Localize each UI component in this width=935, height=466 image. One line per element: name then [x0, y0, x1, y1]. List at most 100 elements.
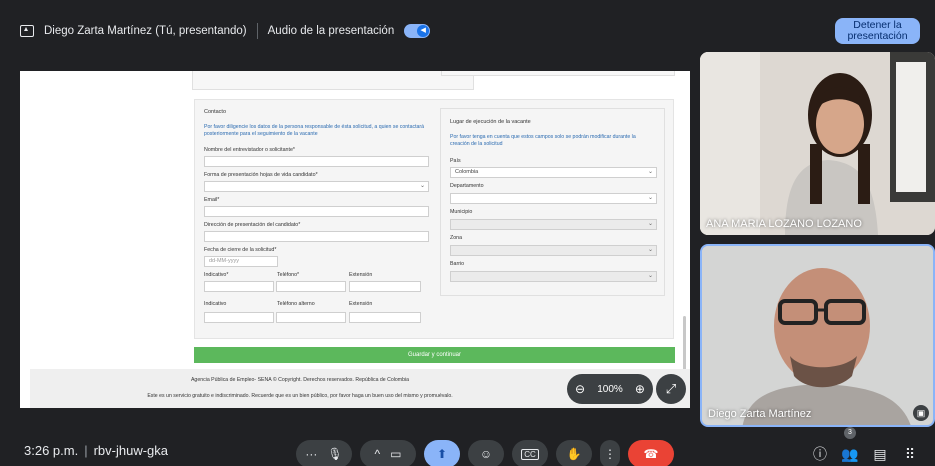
zoom-out-icon[interactable]: ⊖ — [575, 382, 585, 396]
barrio-select[interactable]: ⌄ — [450, 271, 657, 282]
camera-icon: ▭ — [390, 447, 402, 461]
chevron-down-icon: ⌄ — [647, 247, 653, 253]
chat-button[interactable]: ▤ — [865, 441, 895, 466]
presentation-bar: Diego Zarta Martínez (Tú, presentando) A… — [20, 18, 935, 44]
footer-copyright: Agencia Pública de Empleo- SENA © Copyri… — [190, 377, 410, 383]
contact-title: Contacto — [204, 109, 227, 115]
telefono-required-label: Teléfono* — [277, 272, 300, 278]
interviewer-label: Nombre del entrevistador o solicitante* — [204, 147, 295, 153]
people-button[interactable]: 3 👥 — [835, 427, 865, 466]
location-title: Lugar de ejecución de la vacante — [450, 119, 531, 125]
raise-hand-button[interactable]: ✋ — [556, 440, 592, 466]
reactions-button[interactable]: ☺ — [468, 440, 504, 466]
departamento-label: Departamento — [450, 183, 484, 189]
pais-select[interactable]: Colombia ⌄ — [450, 167, 657, 178]
extension-label: Extensión — [349, 272, 373, 278]
participant-video — [702, 246, 933, 425]
page-scrollbar[interactable] — [683, 316, 686, 376]
divider — [256, 23, 258, 39]
participant-tile-active-speaker[interactable]: Diego Zarta Martínez ▣ — [700, 244, 935, 427]
zoom-in-icon[interactable]: ⊕ — [635, 382, 645, 396]
telefono-alt-label: Teléfono alterno — [277, 301, 315, 307]
close-date-input[interactable]: dd-MM-yyyy — [204, 256, 278, 267]
chevron-up-icon: ^ — [374, 447, 381, 461]
chevron-down-icon: ⌄ — [647, 221, 653, 227]
speaker-icon: ◀ — [417, 25, 430, 37]
meeting-details-button[interactable]: ⓘ — [805, 441, 835, 466]
meeting-code: rbv-jhuw-gka — [93, 443, 169, 458]
chat-icon: ▤ — [873, 446, 887, 462]
cv-form-select[interactable]: ⌄ — [204, 181, 429, 192]
cv-form-label: Forma de presentación hojas de vida cand… — [204, 172, 318, 178]
expand-icon: ⤢ — [665, 381, 677, 396]
extension-input[interactable] — [349, 281, 421, 292]
barrio-label: Barrio — [450, 261, 465, 267]
footer-notice: Este es un servicio gratuito e indiscrim… — [147, 393, 453, 399]
speaking-indicator-icon: ▣ — [913, 405, 929, 421]
audio-toggle[interactable]: ◀ — [404, 24, 431, 38]
present-screen-icon: ⬆ — [436, 447, 448, 461]
interviewer-input[interactable] — [204, 156, 429, 167]
pais-value: Colombia — [455, 169, 479, 175]
more-vert-icon: ⋮ — [604, 447, 616, 461]
participant-tile[interactable]: ANA MARIA LOZANO LOZANO — [700, 52, 935, 235]
participant-name: Diego Zarta Martínez — [708, 408, 812, 420]
end-call-icon: ☎ — [643, 447, 659, 461]
contact-help-text: Por favor diligencie los datos de la per… — [204, 124, 425, 137]
chevron-down-icon: ⌄ — [419, 183, 425, 189]
captions-button[interactable]: CC — [512, 440, 548, 466]
chevron-down-icon: ⌄ — [647, 169, 653, 175]
zoom-controls: ⊖ 100% ⊕ — [567, 374, 653, 404]
telefono-alt-input[interactable] — [276, 312, 346, 323]
zona-select[interactable]: ⌄ — [450, 245, 657, 256]
activities-button[interactable]: ⠿ — [895, 441, 925, 466]
indicativo-alt-label: Indicativo — [204, 301, 227, 307]
camera-button[interactable]: ^ ▭ — [360, 440, 416, 466]
chevron-down-icon: ⌄ — [647, 195, 653, 201]
divider: | — [84, 443, 88, 458]
meeting-time: 3:26 p.m. — [24, 443, 79, 458]
email-field[interactable] — [204, 206, 429, 217]
indicativo-alt-input[interactable] — [204, 312, 274, 323]
meet-window: Diego Zarta Martínez (Tú, presentando) A… — [0, 0, 935, 466]
pais-label: País — [450, 158, 461, 164]
close-date-label: Fecha de cierre de la solicitud* — [204, 247, 277, 253]
departamento-select[interactable]: ⌄ — [450, 193, 657, 204]
apps-icon: ⠿ — [904, 446, 916, 462]
location-help-text: Por favor tenga en cuenta que estos camp… — [450, 134, 636, 147]
emoji-icon: ☺ — [479, 447, 493, 461]
people-icon: 👥 — [841, 446, 859, 462]
address-input[interactable] — [204, 231, 429, 242]
audio-label: Audio de la presentación — [267, 25, 395, 37]
meeting-info: 3:26 p.m. | rbv-jhuw-gka — [24, 443, 168, 458]
fullscreen-button[interactable]: ⤢ — [656, 374, 686, 404]
chevron-down-icon: ⌄ — [647, 273, 653, 279]
captions-icon: CC — [521, 448, 539, 460]
indicativo-required-label: Indicativo* — [204, 272, 229, 278]
present-screen-icon — [20, 25, 34, 37]
previous-panel-right — [441, 71, 675, 76]
location-panel: Lugar de ejecución de la vacante Por fav… — [440, 108, 665, 296]
contact-form-panel: Contacto Por favor diligencie los datos … — [194, 99, 674, 339]
zoom-level: 100% — [597, 383, 623, 395]
telefono-input[interactable] — [276, 281, 346, 292]
more-options-button[interactable]: ⋮ — [600, 440, 620, 466]
more-options-icon: ··· — [305, 447, 318, 461]
extension-alt-label: Extensión — [349, 301, 373, 307]
info-icon: ⓘ — [813, 446, 827, 462]
municipio-select[interactable]: ⌄ — [450, 219, 657, 230]
people-count-badge: 3 — [844, 427, 856, 439]
extension-alt-input[interactable] — [349, 312, 421, 323]
indicativo-input[interactable] — [204, 281, 274, 292]
stop-presenting-button[interactable]: Detener la presentación — [835, 18, 920, 44]
present-button[interactable]: ⬆ — [424, 440, 460, 466]
shared-screen: Contacto Por favor diligencie los datos … — [20, 71, 690, 408]
address-label: Dirección de presentación del candidato* — [204, 222, 301, 228]
save-continue-button[interactable]: Guardar y continuar — [194, 347, 675, 363]
side-panel-controls: ⓘ 3 👥 ▤ ⠿ — [805, 427, 925, 466]
presenter-label: Diego Zarta Martínez (Tú, presentando) — [44, 25, 247, 37]
zona-label: Zona — [450, 235, 463, 241]
participant-video — [700, 52, 935, 235]
leave-call-button[interactable]: ☎ — [628, 440, 674, 466]
microphone-button[interactable]: ··· 🎙 — [296, 440, 352, 466]
